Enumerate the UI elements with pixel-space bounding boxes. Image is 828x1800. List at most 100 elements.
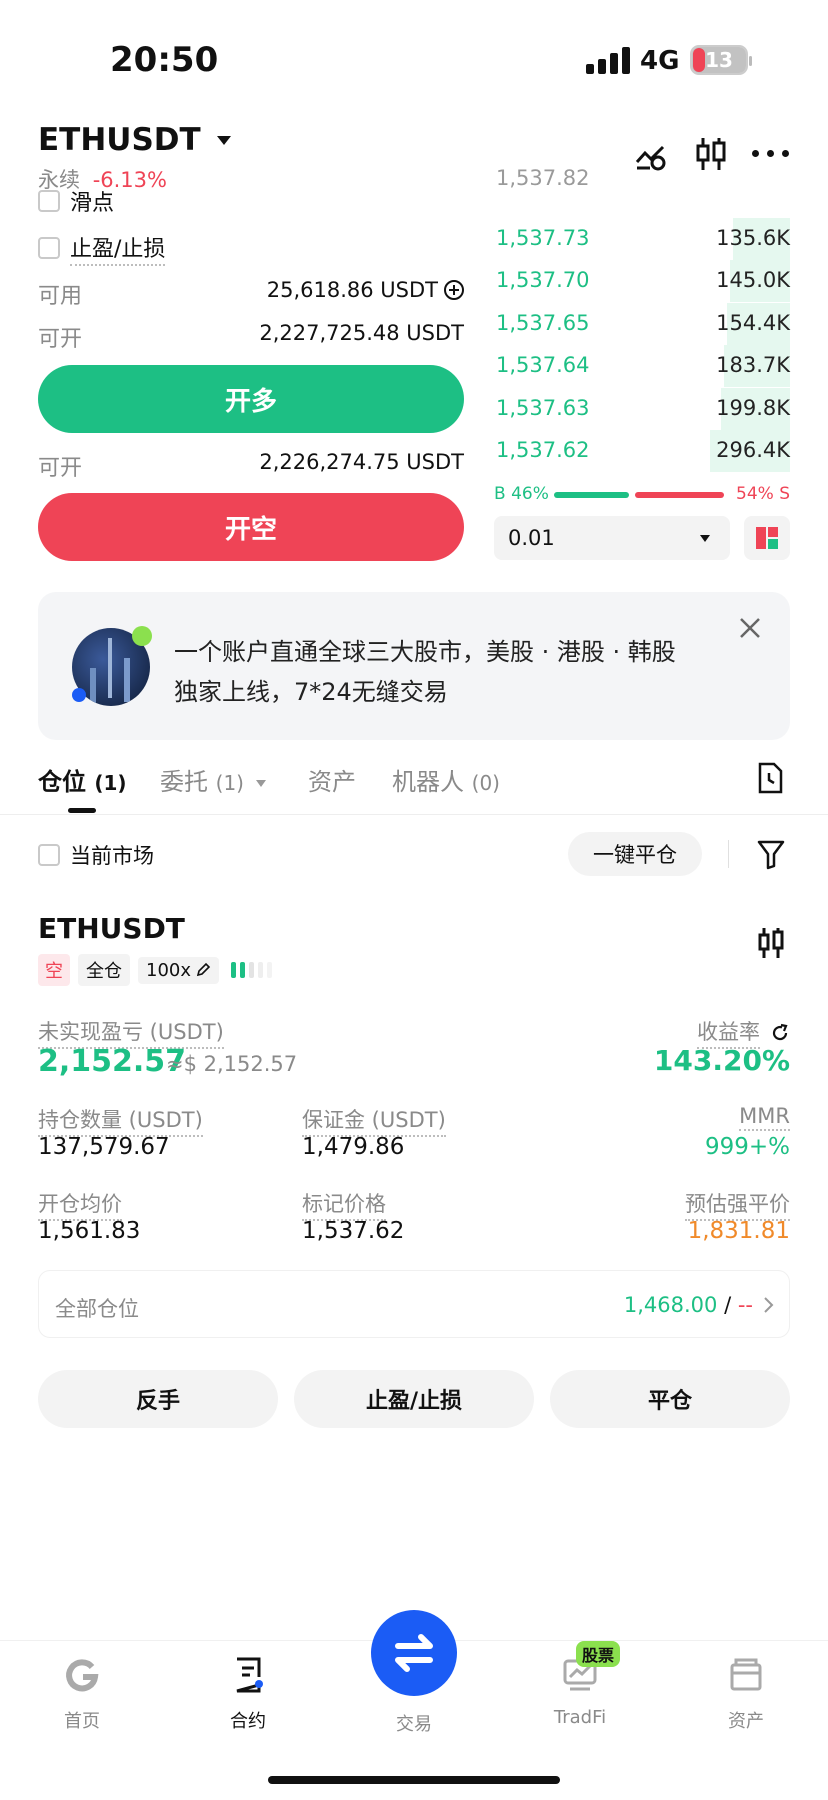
tab-assets[interactable]: 资产 (308, 762, 356, 797)
nav-assets-label: 资产 (728, 1711, 764, 1732)
orderbook-ask-row[interactable]: 1,537.64 183.7K (492, 345, 790, 388)
tab-orders-count: (1) (215, 771, 244, 795)
contract-icon (236, 1657, 263, 1693)
position-symbol[interactable]: ETHUSDT (38, 912, 185, 945)
all-positions-value: 1,468.00 (623, 1293, 718, 1317)
tab-orders-label: 委托 (160, 768, 208, 796)
orderbook-ask-row[interactable]: 1,537.65 154.4K (492, 302, 790, 345)
all-positions-value2: -- (737, 1293, 753, 1317)
sell-ratio: 54% S (736, 484, 790, 504)
position-chart-icon[interactable] (756, 926, 786, 960)
current-market-filter[interactable]: 当前市场 (38, 842, 154, 868)
share-icon[interactable] (770, 1023, 790, 1043)
caret-down-icon (216, 135, 231, 145)
tab-bots-label: 机器人 (392, 768, 464, 796)
status-bar: 20:50 4G 13 (0, 0, 828, 110)
ask-quantity: 135.6K (716, 226, 790, 250)
ask-quantity: 154.4K (716, 310, 790, 335)
battery-icon: 13 (690, 45, 752, 75)
close-all-button[interactable]: 一键平仓 (568, 832, 702, 876)
caret-down-icon (700, 535, 710, 542)
ask-price: 1,537.64 (496, 353, 590, 378)
more-icon[interactable] (752, 150, 790, 158)
tabs-divider (0, 814, 828, 815)
leverage-value: 100x (146, 959, 192, 981)
mmr-label: MMR (739, 1104, 790, 1131)
ask-quantity: 145.0K (716, 268, 790, 293)
unrealized-pnl-value: 2,152.57 (38, 1044, 187, 1079)
network-label: 4G (640, 46, 680, 76)
reverse-button[interactable]: 反手 (38, 1370, 278, 1428)
symbol-title: ETHUSDT (38, 122, 201, 158)
position-tpsl-button[interactable]: 止盈/止损 (294, 1370, 534, 1428)
ask-price: 1,537.63 (496, 395, 590, 420)
leverage-tag[interactable]: 100x (138, 956, 220, 984)
mmr-value: 999+% (704, 1134, 790, 1160)
battery-level: 13 (705, 48, 733, 72)
position-tags: 空 全仓 100x (38, 954, 273, 986)
nav-home[interactable]: 首页 (22, 1655, 142, 1733)
promo-text-line2: 独家上线，7*24无缝交易 (174, 678, 448, 706)
nav-tradfi[interactable]: 股票 TradFi (520, 1641, 640, 1728)
orderbook-layout-icon[interactable] (744, 516, 790, 560)
buy-ratio: B 46% (494, 484, 549, 504)
tab-orders[interactable]: 委托 (1) (160, 762, 266, 797)
signal-icon (586, 46, 630, 74)
edit-icon (196, 962, 211, 977)
liquidation-price-label: 预估强平价 (685, 1188, 790, 1221)
nav-home-label: 首页 (64, 1711, 100, 1732)
swap-icon (371, 1610, 457, 1696)
precision-select[interactable]: 0.01 (494, 516, 730, 560)
filter-divider (728, 840, 729, 868)
promo-text-line1: 一个账户直通全球三大股市，美股 · 港股 · 韩股 (174, 638, 676, 666)
promo-banner[interactable]: 一个账户直通全球三大股市，美股 · 港股 · 韩股 独家上线，7*24无缝交易 (38, 592, 790, 740)
symbol-selector[interactable]: ETHUSDT (38, 120, 231, 160)
close-icon[interactable] (738, 616, 762, 640)
unrealized-pnl-usd: ≈$ 2,152.57 (166, 1052, 298, 1076)
tab-bots-count: (0) (471, 771, 500, 795)
liquidation-price-value: 1,831.81 (687, 1218, 790, 1244)
entry-price-label: 开仓均价 (38, 1188, 122, 1221)
mark-price-label: 标记价格 (302, 1188, 386, 1221)
history-icon[interactable] (756, 762, 784, 794)
chart-settings-icon[interactable] (634, 138, 668, 172)
tradfi-badge: 股票 (576, 1641, 621, 1667)
nav-trade[interactable]: 交易 (354, 1610, 474, 1736)
tab-positions[interactable]: 仓位 (1) (38, 762, 127, 797)
wallet-icon (730, 1658, 762, 1691)
tab-bots[interactable]: 机器人 (0) (392, 762, 500, 797)
entry-price-value: 1,561.83 (38, 1218, 141, 1244)
filter-icon[interactable] (756, 838, 786, 870)
ask-price: 1,537.65 (496, 310, 590, 335)
caret-down-icon (255, 779, 266, 787)
ask-quantity: 296.4K (716, 438, 790, 462)
roe-value: 143.20% (653, 1044, 790, 1077)
margin-value: 1,479.86 (302, 1134, 405, 1160)
nav-tradfi-label: TradFi (553, 1707, 607, 1728)
orderbook-ask-row[interactable]: 1,537.62 296.4K (492, 430, 790, 472)
close-position-button[interactable]: 平仓 (550, 1370, 790, 1428)
current-market-checkbox[interactable] (38, 844, 60, 866)
tab-positions-label: 仓位 (38, 768, 86, 796)
nav-contract-label: 合约 (230, 1711, 266, 1732)
orderbook-ask-row[interactable]: 1,537.70 145.0K (492, 260, 790, 303)
close-all-label: 一键平仓 (593, 843, 677, 867)
orderbook-ask-row[interactable]: 1,537.63 199.8K (492, 387, 790, 430)
nav-assets[interactable]: 资产 (686, 1655, 806, 1733)
size-label: 持仓数量 (USDT) (38, 1104, 203, 1137)
ratio-bar (554, 492, 724, 498)
orderbook-ask-row[interactable]: 1,537.73 135.6K (492, 218, 790, 260)
precision-value: 0.01 (508, 526, 555, 550)
mark-price-value: 1,537.62 (302, 1218, 405, 1244)
all-positions-row[interactable]: 全部仓位 1,468.00 / -- (38, 1270, 790, 1338)
position-tpsl-label: 止盈/止损 (365, 1389, 463, 1414)
margin-mode-tag: 全仓 (78, 954, 130, 986)
close-position-label: 平仓 (647, 1389, 692, 1414)
nav-contract[interactable]: 合约 (188, 1655, 308, 1733)
ask-price: 1,537.62 (496, 438, 590, 462)
promo-avatar-dot-blue (72, 688, 86, 702)
status-time: 20:50 (110, 40, 219, 80)
ask-quantity: 183.7K (716, 353, 790, 378)
candlestick-icon[interactable] (694, 136, 728, 172)
margin-label: 保证金 (USDT) (302, 1104, 446, 1137)
